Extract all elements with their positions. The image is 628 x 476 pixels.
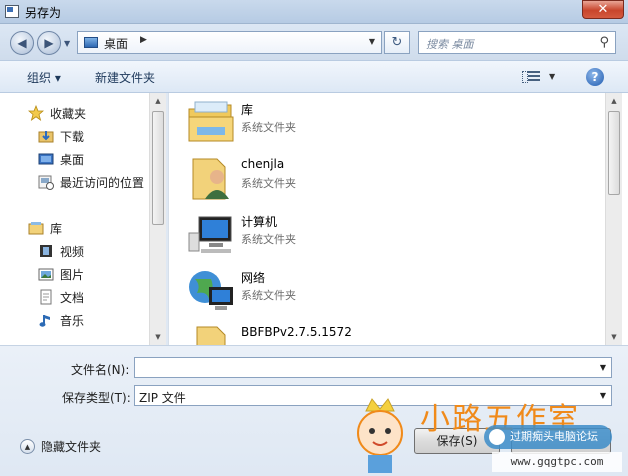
sidebar-item-pictures[interactable]: 图片	[38, 264, 84, 284]
sidebar-item-label: 桌面	[60, 152, 85, 167]
filename-field[interactable]: ▼	[134, 357, 612, 378]
help-icon[interactable]: ?	[586, 68, 604, 86]
recent-pages-dropdown[interactable]: ▼	[64, 39, 70, 48]
file-name: BBFBPv2.7.5.1572	[241, 325, 352, 339]
download-folder-icon	[38, 128, 54, 144]
change-view-icon[interactable]	[522, 69, 540, 84]
watermark-mascot-logo	[344, 395, 416, 475]
scroll-up-arrow-icon[interactable]: ▲	[150, 93, 166, 109]
file-list-scrollbar[interactable]: ▲ ▼	[605, 93, 622, 345]
sidebar-item-label: 下载	[60, 129, 85, 144]
sidebar-item-desktop[interactable]: 桌面	[38, 149, 84, 169]
sidebar-item-recent-places[interactable]: 最近访问的位置	[38, 172, 144, 192]
file-name: 库	[241, 103, 254, 117]
sidebar-item-videos[interactable]: 视频	[38, 241, 84, 261]
library-icon	[28, 220, 44, 236]
window-icon	[5, 5, 19, 18]
address-dropdown-icon[interactable]: ▼	[369, 37, 375, 46]
user-folder-icon	[187, 155, 235, 201]
search-icon[interactable]: ⚲	[599, 35, 609, 50]
address-location[interactable]: 桌面	[104, 35, 128, 52]
sidebar-item-favorites[interactable]: 收藏夹	[27, 103, 87, 123]
scroll-down-arrow-icon[interactable]: ▼	[150, 329, 166, 345]
address-bar[interactable]: 桌面 ▶ ▼	[77, 31, 382, 54]
sidebar-item-label: 视频	[60, 244, 85, 259]
watermark-badge: 过期痴头电脑论坛	[484, 425, 612, 449]
close-button[interactable]: ✕	[582, 0, 624, 19]
sidebar-item-label: 收藏夹	[50, 106, 87, 121]
title-bar: 另存为 ✕	[0, 0, 628, 24]
forward-button[interactable]: ▶	[37, 31, 61, 55]
scroll-up-arrow-icon[interactable]: ▲	[606, 93, 622, 109]
file-name: 计算机	[241, 215, 278, 229]
filetype-dropdown-icon[interactable]: ▼	[600, 391, 606, 400]
document-library-icon	[38, 289, 54, 305]
list-item[interactable]: 库 系统文件夹	[187, 95, 587, 149]
search-placeholder: 搜索 桌面	[426, 38, 474, 51]
computer-icon	[187, 211, 235, 257]
scrollbar-thumb[interactable]	[608, 111, 620, 195]
star-icon	[27, 104, 45, 121]
watermark-url: www.gqgtpc.com	[492, 452, 622, 472]
video-library-icon	[38, 243, 54, 259]
refresh-button[interactable]: ↻	[384, 31, 410, 54]
music-library-icon	[38, 312, 54, 328]
file-name: 网络	[241, 271, 266, 285]
hide-folders-toggle[interactable]: ▲ 隐藏文件夹	[20, 438, 101, 455]
sidebar-item-libraries[interactable]: 库	[28, 218, 62, 238]
navigation-pane: 收藏夹 下载 桌面 最近访问的位置 库 视频 图片 文档 音乐 ▲ ▼	[0, 93, 166, 345]
new-folder-button[interactable]: 新建文件夹	[95, 69, 155, 86]
toolbar: 组织 ▾ 新建文件夹 ▼ ?	[0, 60, 628, 93]
sidebar-item-label: 图片	[60, 267, 85, 282]
desktop-location-icon	[84, 37, 98, 48]
recent-places-icon	[38, 174, 54, 190]
sidebar-item-label: 文档	[60, 290, 85, 305]
breadcrumb-chevron-icon[interactable]: ▶	[140, 35, 147, 45]
network-icon	[187, 267, 235, 313]
list-item[interactable]: 计算机 系统文件夹	[187, 207, 587, 261]
sidebar-item-label: 库	[50, 221, 63, 236]
list-item[interactable]: 网络 系统文件夹	[187, 263, 587, 317]
navigation-scrollbar[interactable]: ▲ ▼	[149, 93, 166, 345]
sidebar-item-music[interactable]: 音乐	[38, 310, 84, 330]
file-type: 系统文件夹	[241, 233, 296, 246]
file-list: 库 系统文件夹 chenjla 系统文件夹 计算机 系统文件夹 网络 系统文件夹…	[168, 93, 628, 368]
scrollbar-thumb[interactable]	[152, 111, 164, 225]
filename-dropdown-icon[interactable]: ▼	[600, 363, 606, 372]
search-input[interactable]: 搜索 桌面 ⚲	[418, 31, 616, 54]
filetype-label: 保存类型(T):	[62, 391, 131, 405]
address-row: ◀ ▶ ▼ 桌面 ▶ ▼ ↻ 搜索 桌面 ⚲	[0, 24, 628, 60]
list-item[interactable]: chenjla 系统文件夹	[187, 151, 587, 205]
library-folder-icon	[187, 99, 235, 145]
sidebar-item-label: 音乐	[60, 313, 85, 328]
sidebar-item-documents[interactable]: 文档	[38, 287, 84, 307]
sidebar-item-label: 最近访问的位置	[60, 175, 145, 190]
organize-button[interactable]: 组织 ▾	[27, 69, 61, 86]
view-dropdown-icon[interactable]: ▼	[549, 72, 555, 81]
file-type: 系统文件夹	[241, 289, 296, 302]
window-title: 另存为	[25, 6, 62, 20]
back-button[interactable]: ◀	[10, 31, 34, 55]
filename-label: 文件名(N):	[71, 363, 130, 377]
file-name: chenjla	[241, 157, 285, 171]
collapse-up-icon: ▲	[20, 439, 35, 454]
filetype-value[interactable]: ZIP 文件	[139, 389, 186, 406]
file-type: 系统文件夹	[241, 121, 296, 134]
picture-library-icon	[38, 266, 54, 282]
hide-folders-label: 隐藏文件夹	[41, 440, 102, 454]
scroll-down-arrow-icon[interactable]: ▼	[606, 329, 622, 345]
sidebar-item-downloads[interactable]: 下载	[38, 126, 84, 146]
file-type: 系统文件夹	[241, 177, 296, 190]
desktop-icon	[38, 151, 54, 167]
